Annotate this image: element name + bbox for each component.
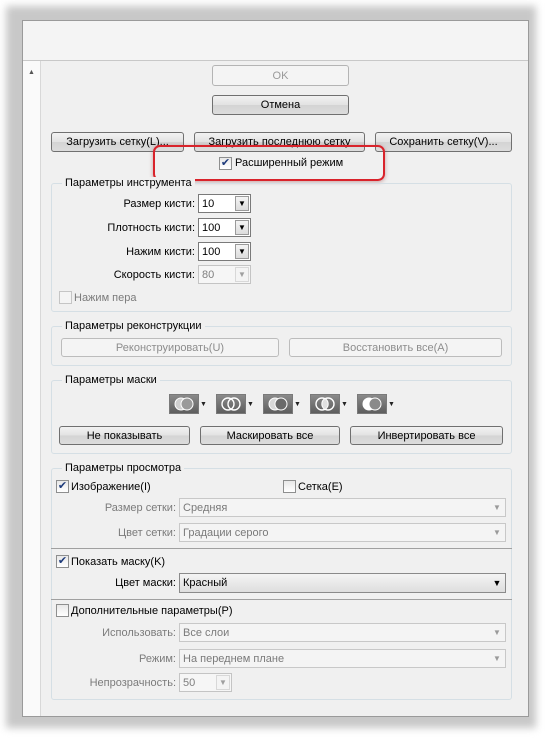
- show-image-checkbox[interactable]: ✔: [56, 480, 69, 493]
- brush-size-value[interactable]: 10: [199, 197, 235, 211]
- mask-intersect-icon-svg: [315, 397, 335, 411]
- show-backdrop-checkbox[interactable]: [56, 604, 69, 617]
- brush-rate-value[interactable]: 80: [199, 268, 235, 282]
- checkmark-icon: ✔: [57, 480, 68, 492]
- mask-invert-icon[interactable]: [357, 394, 387, 414]
- brush-density-field[interactable]: 100 ▼: [198, 218, 251, 237]
- separator: [51, 599, 512, 600]
- separator: [51, 548, 512, 549]
- mesh-size-value[interactable]: Средняя: [180, 501, 490, 515]
- chevron-down-icon[interactable]: ▼: [216, 675, 230, 690]
- chevron-down-icon[interactable]: ▼: [490, 525, 504, 540]
- use-label: Использовать:: [102, 627, 176, 639]
- checkmark-icon: ✔: [57, 555, 68, 567]
- chevron-down-icon[interactable]: ▼: [294, 401, 301, 408]
- restore-all-button[interactable]: Восстановить все(A): [289, 338, 502, 357]
- ok-button[interactable]: OK: [212, 65, 349, 86]
- stylus-pressure-checkbox[interactable]: [59, 291, 72, 304]
- use-value[interactable]: Все слои: [180, 626, 490, 640]
- mode-value[interactable]: На переднем плане: [180, 652, 490, 666]
- brush-size-field[interactable]: 10 ▼: [198, 194, 251, 213]
- panel-top-area: [23, 21, 528, 61]
- view-options-legend: Параметры просмотра: [62, 462, 185, 475]
- reconstruct-button[interactable]: Реконструировать(U): [61, 338, 279, 357]
- show-mask-checkbox[interactable]: ✔: [56, 555, 69, 568]
- mesh-color-select[interactable]: Градации серого ▼: [179, 523, 506, 542]
- chevron-down-icon[interactable]: ▼: [235, 244, 249, 259]
- reconstruct-options-legend: Параметры реконструкции: [62, 320, 205, 333]
- mask-color-select[interactable]: Красный ▼: [179, 573, 506, 593]
- show-backdrop-label: Дополнительные параметры(P): [71, 605, 233, 617]
- mask-color-value[interactable]: Красный: [180, 576, 490, 590]
- show-mask-label: Показать маску(K): [71, 556, 166, 568]
- chevron-down-icon[interactable]: ▼: [490, 575, 504, 591]
- brush-density-label: Плотность кисти:: [107, 222, 195, 234]
- mode-label: Режим:: [139, 653, 176, 665]
- brush-density-value[interactable]: 100: [199, 221, 235, 235]
- cancel-button[interactable]: Отмена: [212, 95, 349, 115]
- mask-replace-icon[interactable]: [169, 394, 199, 414]
- mode-select[interactable]: На переднем плане ▼: [179, 649, 506, 668]
- show-mesh-label: Сетка(E): [298, 481, 343, 493]
- mask-add-icon[interactable]: [216, 394, 246, 414]
- mask-subtract-icon-svg: [268, 397, 288, 411]
- brush-pressure-field[interactable]: 100 ▼: [198, 242, 251, 261]
- mask-options-legend: Параметры маски: [62, 374, 160, 387]
- mesh-color-label: Цвет сетки:: [117, 527, 176, 539]
- invert-all-button[interactable]: Инвертировать все: [350, 426, 503, 445]
- mesh-size-select[interactable]: Средняя ▼: [179, 498, 506, 517]
- opacity-label: Непрозрачность:: [89, 677, 176, 689]
- highlight-frame: [153, 145, 385, 181]
- chevron-down-icon[interactable]: ▼: [490, 625, 504, 640]
- chevron-down-icon[interactable]: ▼: [235, 196, 249, 211]
- scroll-up-icon[interactable]: ▲: [28, 69, 35, 76]
- chevron-down-icon[interactable]: ▼: [490, 500, 504, 515]
- tool-options-legend: Параметры инструмента: [62, 177, 195, 190]
- use-select[interactable]: Все слои ▼: [179, 623, 506, 642]
- chevron-down-icon[interactable]: ▼: [200, 401, 207, 408]
- brush-rate-field[interactable]: 80 ▼: [198, 265, 251, 284]
- opacity-value[interactable]: 50: [180, 676, 216, 690]
- opacity-field[interactable]: 50 ▼: [179, 673, 232, 692]
- brush-size-label: Размер кисти:: [123, 198, 195, 210]
- mesh-size-label: Размер сетки:: [104, 502, 176, 514]
- mask-color-label: Цвет маски:: [115, 577, 176, 589]
- show-image-label: Изображение(I): [71, 481, 151, 493]
- brush-rate-label: Скорость кисти:: [113, 269, 195, 281]
- brush-pressure-label: Нажим кисти:: [126, 246, 195, 258]
- left-scrollbar[interactable]: ▲: [23, 61, 41, 716]
- chevron-down-icon[interactable]: ▼: [490, 651, 504, 666]
- mask-intersect-icon[interactable]: [310, 394, 340, 414]
- save-mesh-button[interactable]: Сохранить сетку(V)...: [375, 132, 512, 152]
- stylus-pressure-label: Нажим пера: [74, 292, 137, 304]
- chevron-down-icon[interactable]: ▼: [235, 267, 249, 282]
- mask-replace-icon-svg: [174, 397, 194, 411]
- show-mesh-checkbox[interactable]: [283, 480, 296, 493]
- chevron-down-icon[interactable]: ▼: [388, 401, 395, 408]
- mask-add-icon-svg: [221, 397, 241, 411]
- brush-pressure-value[interactable]: 100: [199, 245, 235, 259]
- chevron-down-icon[interactable]: ▼: [247, 401, 254, 408]
- chevron-down-icon[interactable]: ▼: [341, 401, 348, 408]
- mask-none-button[interactable]: Не показывать: [59, 426, 190, 445]
- mesh-color-value[interactable]: Градации серого: [180, 526, 490, 540]
- chevron-down-icon[interactable]: ▼: [235, 220, 249, 235]
- mask-all-button[interactable]: Маскировать все: [200, 426, 340, 445]
- mask-invert-icon-svg: [362, 397, 382, 411]
- mask-subtract-icon[interactable]: [263, 394, 293, 414]
